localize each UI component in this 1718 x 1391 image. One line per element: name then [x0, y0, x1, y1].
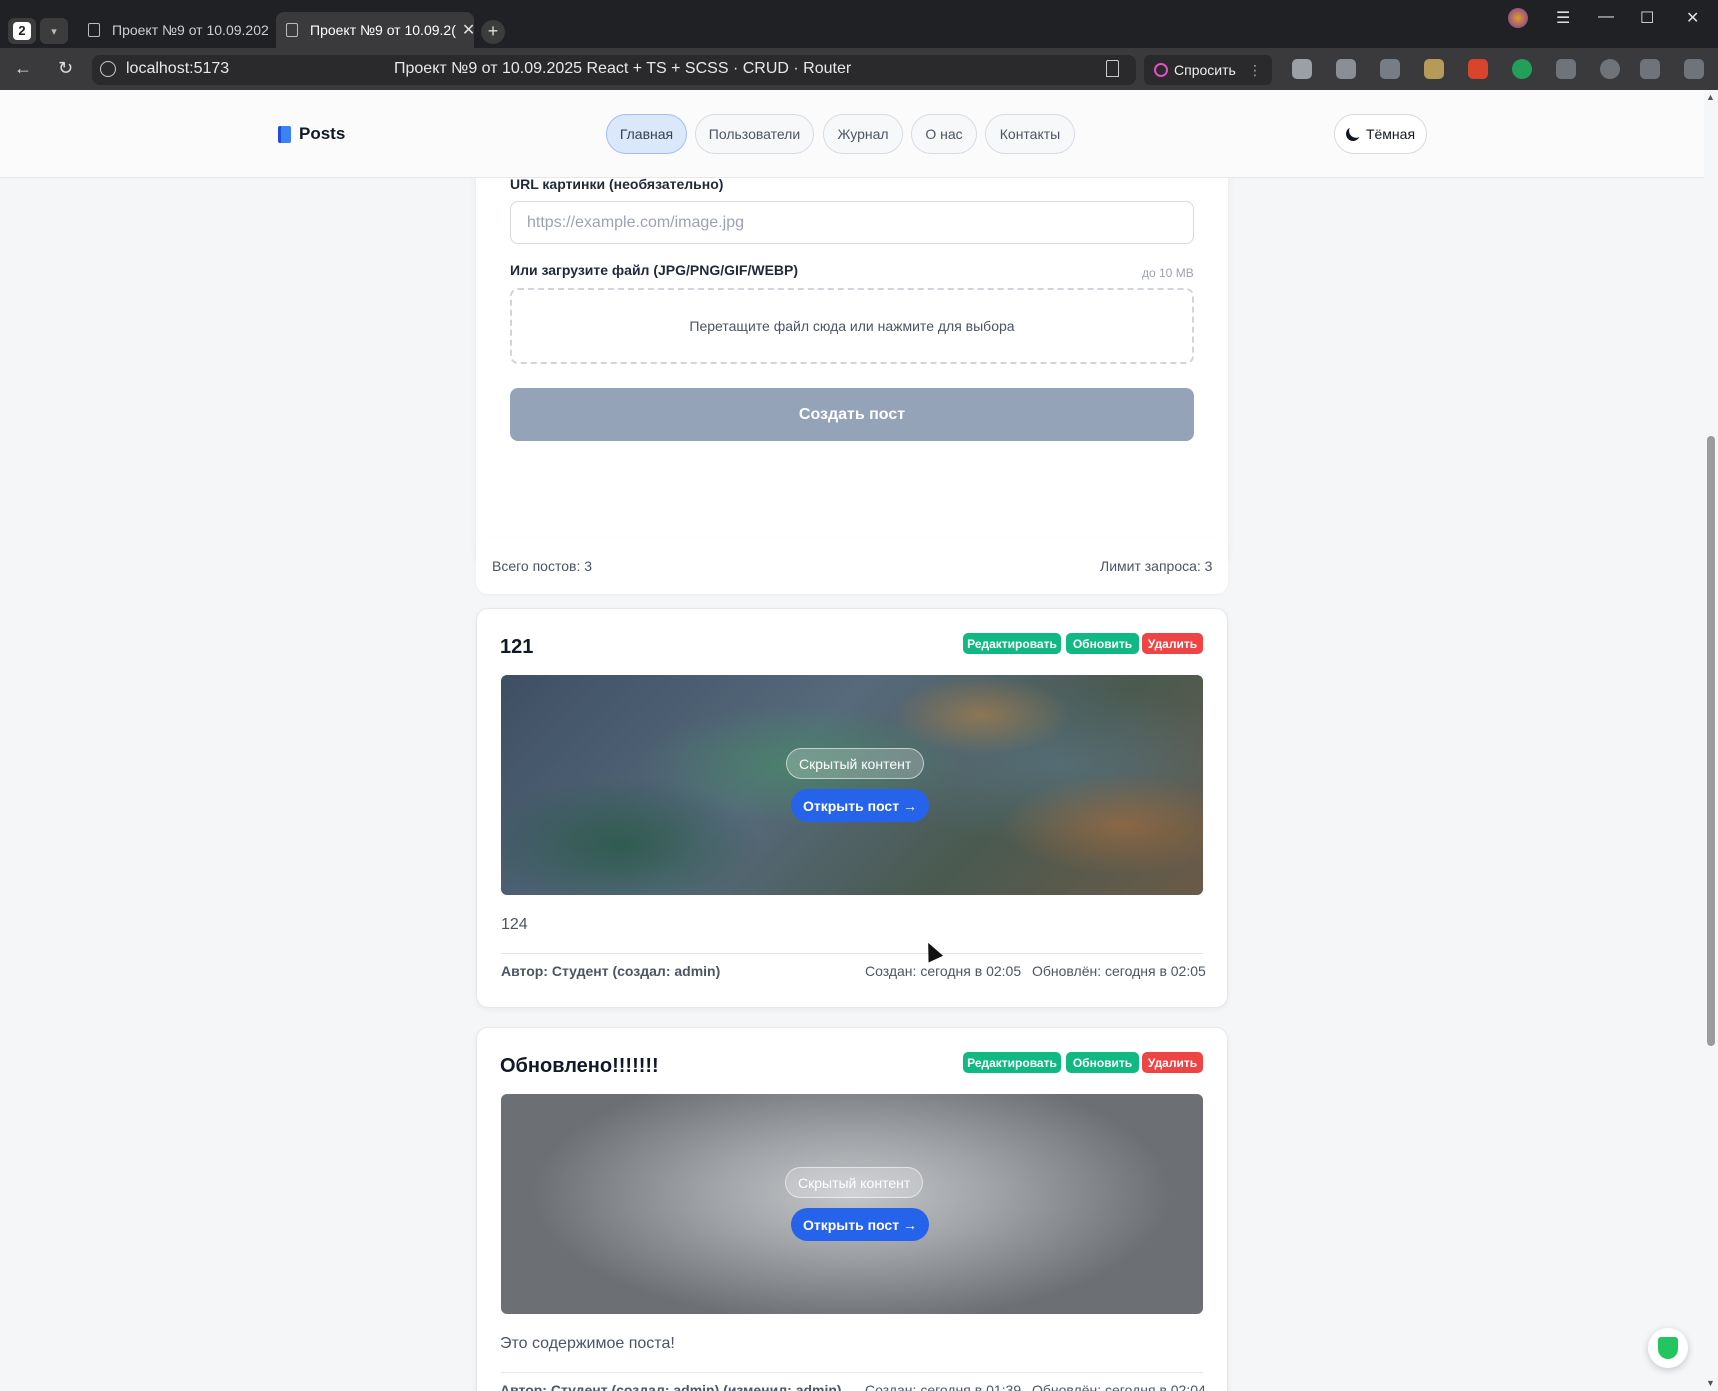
browser-tab-active[interactable]: Проект №9 от 10.09.2( ✕ — [276, 12, 474, 48]
v-extension-icon[interactable] — [1380, 59, 1400, 79]
delete-post-button[interactable]: Удалить — [1142, 633, 1203, 654]
close-window-icon[interactable]: ✕ — [1686, 8, 1699, 28]
ask-ai-button[interactable]: Спросить ⋮ — [1144, 55, 1272, 85]
nav-about[interactable]: О нас — [911, 114, 977, 154]
page-icon — [88, 23, 100, 37]
post-body: 124 — [501, 916, 528, 933]
nav-contacts[interactable]: Контакты — [985, 114, 1075, 154]
post-author: Автор: Студент (создал: admin) — [501, 963, 721, 979]
post-divider — [501, 953, 1203, 954]
file-dropzone[interactable]: Перетащите файл сюда или нажмите для выб… — [510, 288, 1194, 364]
shield-extension-icon[interactable] — [1292, 59, 1312, 79]
refresh-post-button[interactable]: Обновить — [1066, 633, 1139, 654]
extensions-puzzle-icon[interactable] — [1556, 59, 1576, 79]
post-body: Это содержимое поста! — [500, 1335, 675, 1352]
file-upload-label: Или загрузите файл (JPG/PNG/GIF/WEBP) — [510, 262, 799, 278]
create-post-button[interactable]: Создать пост — [510, 388, 1194, 441]
download-icon[interactable] — [1684, 59, 1704, 79]
globe-icon — [100, 61, 116, 77]
minimize-icon[interactable]: — — [1598, 8, 1614, 26]
theme-toggle-button[interactable]: Тёмная — [1334, 114, 1427, 154]
puzzle-red-extension-icon[interactable] — [1468, 59, 1488, 79]
menu-icon[interactable]: ☰ — [1556, 8, 1570, 28]
file-size-hint: до 10 MB — [1142, 266, 1194, 280]
back-arrow-icon[interactable]: ← — [14, 58, 32, 79]
bookmark-icon[interactable] — [1106, 60, 1119, 77]
scroll-up-arrow-icon[interactable]: ▲ — [1706, 92, 1715, 102]
tab-list-chevron-icon[interactable]: ▾ — [40, 18, 68, 44]
book-icon — [278, 125, 291, 143]
total-posts-count: Всего постов: 3 — [492, 558, 593, 574]
post-created: Создан: сегодня в 02:05 — [865, 963, 1022, 979]
image-url-input[interactable]: https://example.com/image.jpg — [510, 201, 1194, 244]
nav-journal[interactable]: Журнал — [823, 114, 903, 154]
browser-tabbar: 2 ▾ Проект №9 от 10.09.2025 Проект №9 от… — [0, 0, 1718, 48]
refresh-post-button[interactable]: Обновить — [1066, 1052, 1139, 1073]
image-url-label: URL картинки (необязательно) — [510, 176, 724, 192]
edit-post-button[interactable]: Редактировать — [963, 1052, 1061, 1073]
close-tab-icon[interactable]: ✕ — [456, 20, 474, 40]
hidden-content-badge: Скрытый контент — [786, 748, 925, 779]
security-shield-button[interactable] — [1648, 1328, 1688, 1368]
theme-label: Тёмная — [1365, 126, 1416, 142]
site-header: Posts Главная Пользователи Журнал О нас … — [0, 90, 1704, 178]
green-shield-icon — [1658, 1337, 1678, 1359]
profile-avatar-icon[interactable] — [1508, 8, 1528, 28]
ask-label: Спросить — [1174, 62, 1236, 78]
page-title-in-addressbar: Проект №9 от 10.09.2025 React + TS + SCS… — [394, 60, 852, 77]
tab-title: Проект №9 от 10.09.2025 — [112, 22, 268, 38]
ai-icon — [1154, 63, 1168, 77]
more-vertical-icon[interactable]: ⋮ — [1248, 62, 1262, 79]
reload-icon[interactable]: ↻ — [58, 58, 73, 79]
tab-title: Проект №9 от 10.09.2( — [310, 22, 456, 38]
maximize-icon[interactable]: ☐ — [1640, 8, 1654, 28]
new-tab-plus-icon[interactable]: + — [481, 20, 505, 44]
browser-tab[interactable]: Проект №9 от 10.09.2025 — [78, 12, 268, 48]
request-limit: Лимит запроса: 3 — [1100, 558, 1213, 574]
scrollbar-thumb[interactable] — [1707, 436, 1715, 1046]
green-shield-extension-icon[interactable] — [1512, 59, 1532, 79]
nav-home[interactable]: Главная — [606, 114, 687, 154]
page-viewport: URL картинки (необязательно) https://exa… — [0, 90, 1704, 1391]
hidden-content-badge: Скрытый контент — [785, 1167, 924, 1198]
logo-text: Posts — [299, 124, 346, 143]
page-icon — [286, 23, 298, 37]
post-created: Создан: сегодня в 01:39 — [865, 1382, 1022, 1391]
site-logo[interactable]: Posts — [278, 124, 345, 144]
side-panel-icon[interactable] — [1640, 59, 1660, 79]
scroll-down-arrow-icon[interactable]: ▼ — [1706, 1378, 1715, 1388]
tab-count-button[interactable]: 2 — [8, 18, 36, 44]
nav-users[interactable]: Пользователи — [695, 114, 814, 154]
post-updated: Обновлён: сегодня в 02:04 — [1032, 1382, 1206, 1391]
post-divider — [501, 1372, 1203, 1373]
cookie-extension-icon[interactable] — [1424, 59, 1444, 79]
post-author: Автор: Студент (создал: admin) (изменил:… — [500, 1382, 842, 1391]
post-title: 121 — [500, 636, 534, 658]
post-updated: Обновлён: сегодня в 02:05 — [1032, 963, 1206, 979]
edit-post-button[interactable]: Редактировать — [963, 633, 1061, 654]
media-play-icon[interactable] — [1600, 59, 1620, 79]
tab-count: 2 — [13, 22, 31, 40]
post-image-blurred[interactable] — [501, 1094, 1203, 1314]
open-post-button[interactable]: Открыть пост → — [791, 1208, 929, 1241]
cube-extension-icon[interactable] — [1336, 59, 1356, 79]
open-post-button[interactable]: Открыть пост → — [791, 789, 929, 822]
post-title: Обновлено!!!!!!! — [500, 1055, 659, 1077]
post-image-blurred[interactable] — [501, 675, 1203, 895]
moon-icon — [1344, 125, 1362, 143]
url-text[interactable]: localhost:5173 — [126, 60, 229, 78]
delete-post-button[interactable]: Удалить — [1142, 1052, 1203, 1073]
